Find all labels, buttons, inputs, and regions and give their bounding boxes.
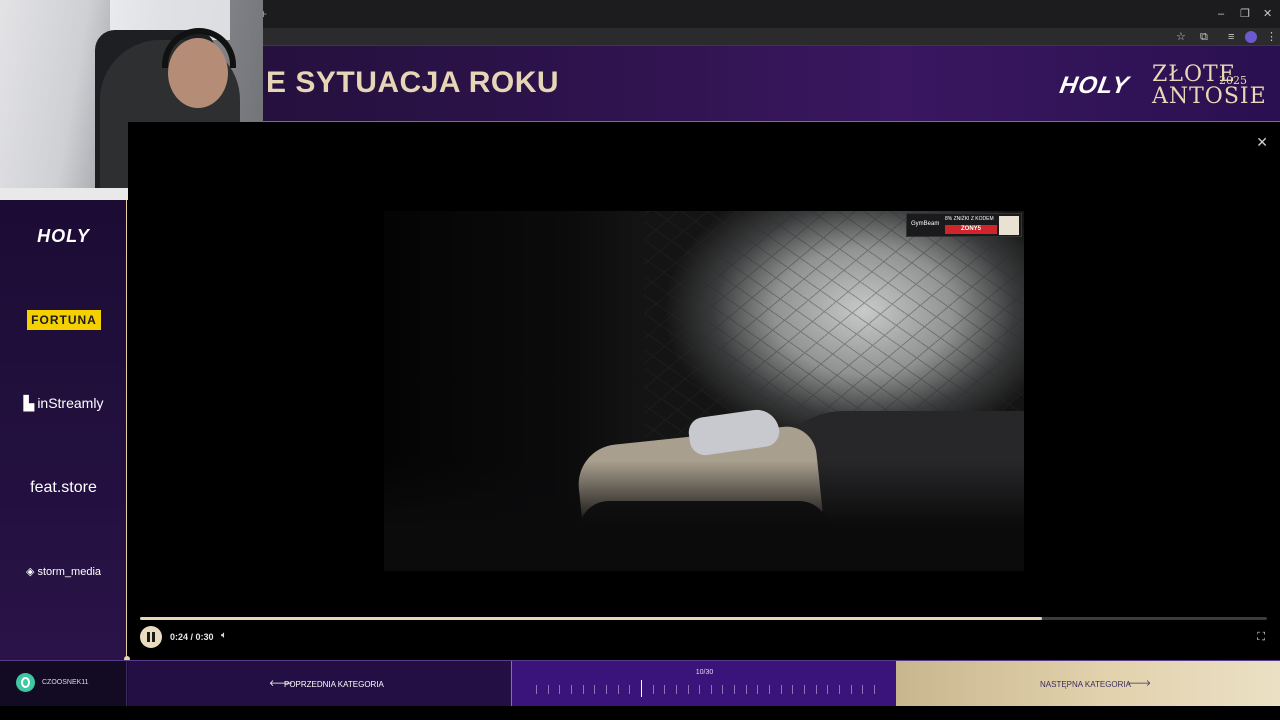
category-tick [699, 685, 701, 694]
category-tick [815, 685, 817, 694]
previous-category-button[interactable]: 🡐 POPRZEDNIA KATEGORIA [128, 661, 511, 707]
app-root: + – ❐ ✕ ☆ ⧉ ≡ ⋮ E SYTUACJA ROKU HOLY ZŁO… [0, 0, 1280, 720]
ad-brand: GymBeam [911, 221, 940, 227]
category-tick [547, 685, 549, 694]
sponsor-instreamly-label: inStreamly [37, 395, 104, 411]
profile-avatar-icon[interactable] [1245, 31, 1257, 43]
category-tick [710, 685, 712, 694]
category-tick [874, 685, 875, 694]
video-shadow [384, 461, 1024, 571]
sponsor-storm-media-logo[interactable]: ◈ storm_media [0, 565, 127, 578]
category-tick [687, 685, 689, 694]
category-tick [745, 685, 747, 694]
category-tick [722, 685, 724, 694]
video-player-stage: ✕ GymBeam 8% ZNIŻKI Z KODEM ZONY5 0:24 /… [128, 122, 1280, 660]
category-tick [804, 685, 806, 694]
storm-media-icon: ◈ [25, 566, 35, 578]
category-tick [582, 685, 584, 694]
video-sponsor-banner: GymBeam 8% ZNIŻKI Z KODEM ZONY5 [906, 213, 1022, 237]
avatar-icon [21, 677, 30, 688]
video-progress-bar[interactable] [140, 617, 1267, 620]
category-tick [827, 685, 829, 694]
category-tick [734, 685, 736, 694]
category-counter: 10/30 [695, 669, 714, 676]
pause-button[interactable] [140, 626, 162, 648]
category-tick [617, 685, 619, 694]
next-category-label: NASTĘPNA KATEGORIA [1040, 680, 1131, 689]
user-area[interactable]: CZOOSNEK11 [0, 661, 127, 707]
category-tick [839, 685, 841, 694]
instreamly-icon: ▙ [23, 395, 35, 411]
window-close-button[interactable]: ✕ [1263, 7, 1272, 21]
previous-category-label: POPRZEDNIA KATEGORIA [284, 680, 384, 689]
sponsor-fortuna-logo[interactable]: FORTUNA [27, 310, 101, 330]
next-category-button[interactable]: NASTĘPNA KATEGORIA 🡒 [896, 661, 1280, 707]
window-restore-button[interactable]: ❐ [1240, 7, 1250, 21]
sponsor-instreamly-logo[interactable]: ▙ inStreamly [0, 395, 127, 412]
category-tick [757, 685, 759, 694]
category-tick [780, 685, 782, 694]
video-progress-fill [140, 617, 1042, 620]
category-ticks [536, 680, 875, 697]
media-control-icon[interactable]: ≡ [1228, 30, 1234, 44]
category-tick [850, 685, 852, 694]
category-tick [792, 685, 794, 694]
video-frame[interactable]: GymBeam 8% ZNIŻKI Z KODEM ZONY5 [384, 211, 1024, 571]
ad-discount-text: 8% ZNIŻKI Z KODEM [945, 216, 994, 222]
video-time-label: 0:24 / 0:30 [170, 632, 214, 642]
category-tick [605, 685, 607, 694]
ad-product-image [999, 216, 1019, 235]
fullscreen-icon[interactable]: ⛶ [1257, 631, 1265, 644]
pause-icon-bar-right [152, 632, 155, 642]
category-tick [652, 685, 654, 694]
zlote-antosie-logo: HOLY ZŁOTE 2025 ANTOSIE [1057, 58, 1266, 114]
window-minimize-button[interactable]: – [1218, 7, 1224, 21]
logo-word-antosie: ANTOSIE [1152, 84, 1267, 109]
category-tick [594, 685, 596, 694]
bottom-strip [0, 706, 1280, 720]
sponsor-feat-store-logo[interactable]: feat.store [0, 479, 127, 497]
ad-code-badge: ZONY5 [945, 225, 997, 234]
browser-menu-icon[interactable]: ⋮ [1266, 30, 1277, 44]
extensions-icon[interactable]: ⧉ [1200, 30, 1208, 44]
sponsor-storm-label: storm_media [37, 566, 102, 578]
sponsor-holy-logo[interactable]: HOLY [0, 226, 127, 247]
category-tick [536, 685, 537, 694]
category-tick [675, 685, 677, 694]
video-cracked-wall [644, 211, 1024, 441]
category-title: E SYTUACJA ROKU [266, 66, 560, 99]
category-tick [559, 685, 561, 694]
sponsor-sidebar: HOLY FORTUNA ▙ inStreamly feat.store ◈ sto… [0, 200, 127, 660]
category-tick [570, 685, 572, 694]
category-progress: 10/30 [511, 661, 896, 707]
bookmark-star-icon[interactable]: ☆ [1176, 30, 1186, 44]
pause-icon-bar-left [147, 632, 150, 642]
close-icon[interactable]: ✕ [1256, 134, 1268, 151]
holy-logo: HOLY [1057, 72, 1132, 99]
category-tick [862, 685, 864, 694]
avatar [16, 673, 35, 692]
category-tick [769, 685, 771, 694]
category-tick-current [640, 680, 642, 697]
bottom-navigation-bar: CZOOSNEK11 🡐 POPRZEDNIA KATEGORIA 10/30 … [0, 660, 1280, 707]
arrow-right-icon: 🡒 [1127, 678, 1152, 688]
username-label: CZOOSNEK11 [42, 679, 89, 686]
volume-icon[interactable]: 🔈︎ [221, 630, 227, 641]
category-tick [629, 685, 631, 694]
category-tick [664, 685, 666, 694]
